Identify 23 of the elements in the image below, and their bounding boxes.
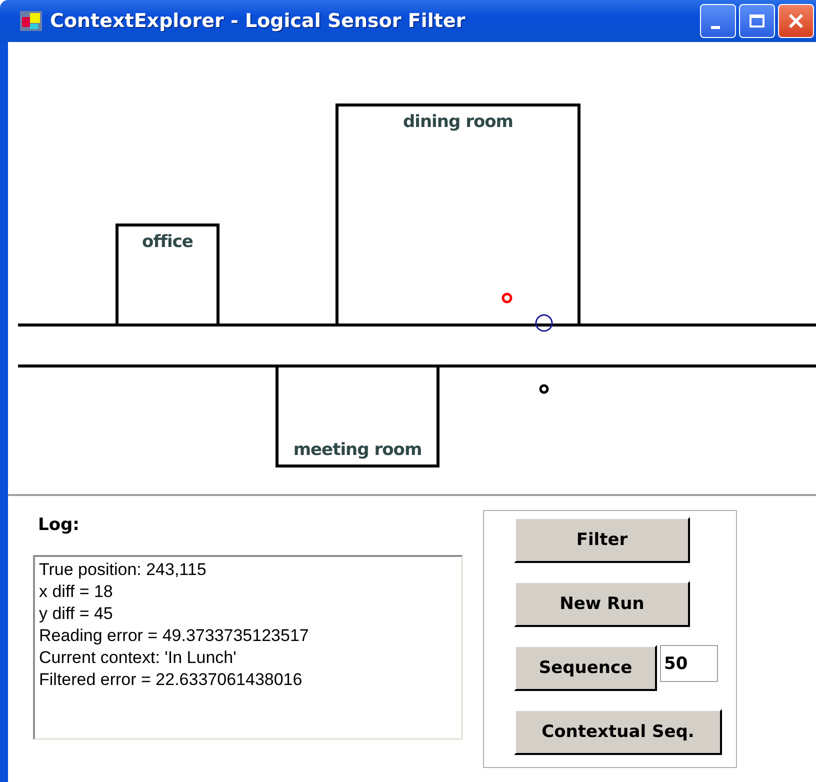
contextual-seq-button[interactable]: Contextual Seq. (514, 709, 722, 755)
window-title: ContextExplorer - Logical Sensor Filter (50, 10, 466, 32)
room-label: dining room (402, 112, 514, 132)
log-line: Filtered error = 22.6337061438016 (39, 669, 304, 691)
filter-button[interactable]: Filter (514, 517, 690, 563)
log-line: x diff = 18 (39, 581, 114, 603)
log-label: Log: (38, 515, 80, 535)
log-line: True position: 243,115 (39, 559, 208, 581)
log-line: Reading error = 49.3733735123517 (39, 625, 310, 647)
app-icon (20, 11, 42, 31)
sequence-button[interactable]: Sequence (514, 645, 657, 691)
log-line: Current context: 'In Lunch' (39, 647, 238, 669)
minimize-button[interactable] (700, 4, 736, 38)
log-line: y diff = 45 (39, 603, 114, 625)
room-label: meeting room (293, 440, 422, 460)
close-button[interactable] (778, 4, 814, 38)
close-icon (788, 13, 804, 29)
maximize-icon (749, 14, 765, 28)
sequence-field[interactable]: 50 (660, 645, 718, 682)
maximize-button[interactable] (739, 4, 775, 38)
new-run-button[interactable]: New Run (514, 581, 690, 627)
room-label: office (142, 232, 193, 252)
minimize-icon (710, 26, 720, 28)
